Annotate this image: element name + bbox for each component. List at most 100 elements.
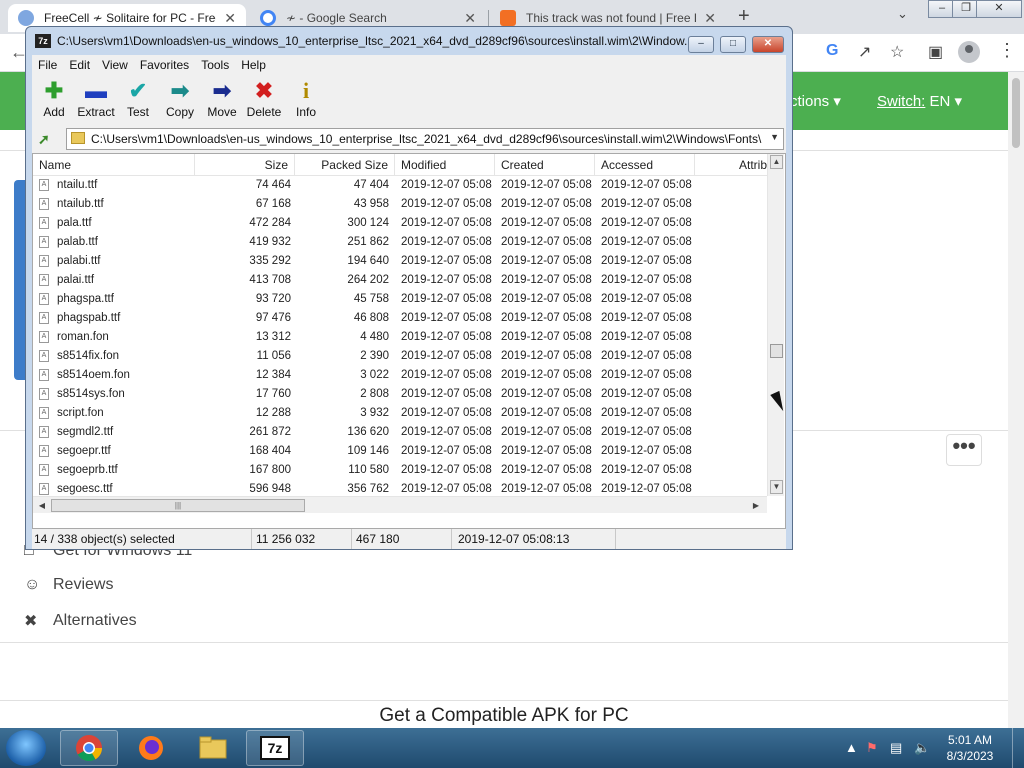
volume-muted-icon[interactable]: 🔈 [914,740,930,756]
7zip-titlebar[interactable]: 7z C:\Users\vm1\Downloads\en-us_windows_… [26,27,792,55]
share-icon[interactable]: ↗ [858,42,871,62]
network-icon[interactable]: ▤ [890,740,902,756]
table-row[interactable]: Antailu.ttf 74 464 47 404 2019-12-07 05:08 2… [33,176,767,195]
column-header-attrib[interactable]: Attrib [733,154,767,176]
copy-button[interactable]: ➡ Copy [158,79,202,120]
font-file-icon: A [39,312,49,324]
minimize-icon[interactable]: – [688,36,714,53]
file-name: ntailub.ttf [57,198,104,210]
address-input[interactable]: C:\Users\vm1\Downloads\en-us_windows_10_… [66,128,784,150]
avatar[interactable] [958,41,980,63]
taskbar-clock[interactable]: 5:01 AM 8/3/2023 [940,732,1000,764]
file-packed-size: 194 640 [347,255,389,267]
table-row[interactable]: Ascript.fon 12 288 3 932 2019-12-07 05:08 20… [33,404,767,423]
action-center-icon[interactable]: ⚑ [866,740,878,756]
menu-edit[interactable]: Edit [63,55,96,75]
menu-tools[interactable]: Tools [195,55,235,75]
delete-button[interactable]: ✖ Delete [242,79,286,120]
taskbar-7zip[interactable]: 7z [246,730,304,766]
file-created: 2019-12-07 05:08 [501,407,592,419]
vertical-scrollbar[interactable]: ▲ ▼ [767,154,784,496]
nav-sections-menu[interactable]: ctions ▾ [790,92,841,110]
page-scroll-thumb[interactable] [1012,78,1020,148]
vertical-scroll-thumb[interactable] [770,344,783,358]
more-options-button[interactable]: ••• [946,434,982,466]
taskbar-firefox[interactable] [122,730,180,766]
tab-separator [488,10,489,26]
table-row[interactable]: Asegoepr.ttf 168 404 109 146 2019-12-07 05:… [33,442,767,461]
horizontal-scrollbar[interactable]: ◀ ||| ▶ [33,496,767,513]
table-row[interactable]: As8514sys.fon 17 760 2 808 2019-12-07 05:08… [33,385,767,404]
sidepanel-icon[interactable]: ▣ [928,42,943,62]
menu-help[interactable]: Help [235,55,272,75]
table-row[interactable]: Apala.ttf 472 284 300 124 2019-12-07 05:08 2… [33,214,767,233]
table-row[interactable]: Aroman.fon 13 312 4 480 2019-12-07 05:08 201… [33,328,767,347]
google-lens-icon[interactable]: G [826,42,838,60]
file-created: 2019-12-07 05:08 [501,217,592,229]
chevron-down-icon[interactable]: ⌄ [897,6,908,22]
taskbar-chrome[interactable] [60,730,118,766]
table-row[interactable]: Apalab.ttf 419 932 251 862 2019-12-07 05:08… [33,233,767,252]
file-list[interactable]: Name Size Packed Size Modified Created A… [32,153,786,529]
close-icon[interactable]: ✕ [224,10,236,27]
add-button[interactable]: ✚ Add [32,78,76,120]
table-row[interactable]: Apalabi.ttf 335 292 194 640 2019-12-07 05:0… [33,252,767,271]
bookmark-star-icon[interactable]: ☆ [890,42,904,62]
up-folder-icon[interactable]: ➚ [38,131,50,148]
7zip-address-bar: ➚ C:\Users\vm1\Downloads\en-us_windows_1… [32,125,786,153]
table-row[interactable]: Antailub.ttf 67 168 43 958 2019-12-07 05:08… [33,195,767,214]
file-accessed: 2019-12-07 05:08 [601,179,692,191]
menu-view[interactable]: View [96,55,134,75]
move-button[interactable]: ➡ Move [200,79,244,120]
file-accessed: 2019-12-07 05:08 [601,217,692,229]
menu-file[interactable]: File [32,55,63,75]
scroll-left-icon[interactable]: ◀ [35,499,49,512]
table-row[interactable]: As8514oem.fon 12 384 3 022 2019-12-07 05:08… [33,366,767,385]
table-row[interactable]: As8514fix.fon 11 056 2 390 2019-12-07 05:08… [33,347,767,366]
file-modified: 2019-12-07 05:08 [401,426,492,438]
add-icon: ✚ [44,78,64,103]
file-created: 2019-12-07 05:08 [501,388,592,400]
column-header-size[interactable]: Size [195,154,295,176]
close-icon[interactable]: ✕ [464,10,476,27]
language-switch[interactable]: Switch: EN ▾ [877,92,962,110]
chevron-down-icon[interactable]: ▼ [770,132,779,142]
chrome-menu-icon[interactable]: ⋮ [998,40,1016,61]
extract-button[interactable]: ▬ Extract [74,79,118,120]
column-header-name[interactable]: Name [33,154,195,176]
column-header-packed-size[interactable]: Packed Size [295,154,395,176]
page-scrollbar[interactable] [1008,72,1024,728]
font-file-icon: A [39,274,49,286]
column-header-created[interactable]: Created [495,154,595,176]
scroll-down-icon[interactable]: ▼ [770,480,783,494]
table-row[interactable]: Aphagspa.ttf 93 720 45 758 2019-12-07 05:08… [33,290,767,309]
reviews-link[interactable]: ☺ Reviews [24,576,113,594]
table-row[interactable]: Aphagspab.ttf 97 476 46 808 2019-12-07 05:0… [33,309,767,328]
file-created: 2019-12-07 05:08 [501,293,592,305]
tray-expand-icon[interactable]: ▲ [845,740,858,755]
maximize-icon[interactable]: □ [720,36,746,53]
scroll-right-icon[interactable]: ▶ [749,499,763,512]
close-icon[interactable]: ✕ [704,10,716,27]
windows-start-button[interactable] [6,730,46,766]
test-button[interactable]: ✔ Test [116,79,160,120]
window-title: C:\Users\vm1\Downloads\en-us_windows_10_… [57,34,687,48]
table-row[interactable]: Asegmdl2.ttf 261 872 136 620 2019-12-07 05:… [33,423,767,442]
window-close-icon[interactable]: ✕ [752,36,784,53]
file-packed-size: 47 404 [353,179,389,191]
taskbar-explorer[interactable] [184,730,242,766]
file-name: pala.ttf [57,217,92,229]
column-header-accessed[interactable]: Accessed [595,154,695,176]
table-row[interactable]: Apalai.ttf 413 708 264 202 2019-12-07 05:08… [33,271,767,290]
new-tab-button[interactable]: + [738,5,750,28]
column-header-modified[interactable]: Modified [395,154,495,176]
menu-favorites[interactable]: Favorites [134,55,195,75]
switch-value: EN ▾ [929,93,963,110]
table-row[interactable]: Asegoeprb.ttf 167 800 110 580 2019-12-07 05… [33,461,767,480]
show-desktop-button[interactable] [1012,728,1024,768]
scroll-up-icon[interactable]: ▲ [770,155,783,169]
info-button[interactable]: i Info [284,79,328,120]
horizontal-scroll-thumb[interactable]: ||| [51,499,305,512]
alternatives-link[interactable]: ✖ Alternatives [24,611,137,631]
window-close-icon[interactable]: ✕ [976,0,1022,18]
